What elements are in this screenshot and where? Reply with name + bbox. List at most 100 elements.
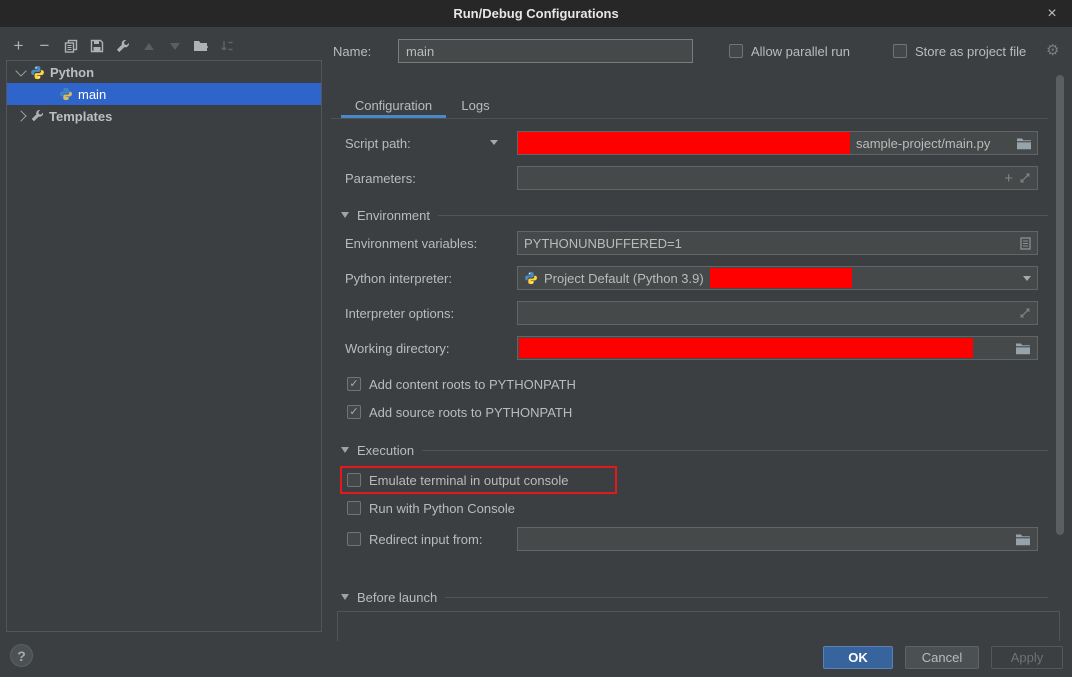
- edit-variables-icon[interactable]: [1020, 237, 1031, 250]
- emulate-terminal-label: Emulate terminal in output console: [369, 473, 568, 488]
- python-interpreter-label: Python interpreter:: [345, 266, 452, 290]
- add-icon[interactable]: +: [10, 38, 27, 55]
- python-icon: [524, 271, 538, 285]
- configurations-tree: Python main Templates: [6, 60, 322, 632]
- parameters-field[interactable]: +: [517, 166, 1038, 190]
- ok-button-label: OK: [848, 650, 868, 665]
- redirect-input-field[interactable]: [517, 527, 1038, 551]
- add-macro-icon[interactable]: +: [1004, 171, 1013, 186]
- configurations-toolbar: + −: [10, 36, 235, 56]
- checkbox-unchecked[interactable]: [347, 501, 361, 515]
- tabs-separator: [331, 118, 1048, 119]
- before-launch-section-label: Before launch: [357, 590, 437, 605]
- vertical-scrollbar[interactable]: [1056, 75, 1064, 535]
- name-label: Name:: [333, 39, 371, 63]
- tree-item-label: Templates: [49, 109, 112, 124]
- apply-button-label: Apply: [1011, 650, 1044, 665]
- working-directory-label: Working directory:: [345, 336, 450, 360]
- checkbox-unchecked[interactable]: [729, 44, 743, 58]
- ok-button[interactable]: OK: [823, 646, 893, 669]
- section-collapse-icon[interactable]: [341, 447, 349, 453]
- store-as-project-file-checkbox[interactable]: Store as project file: [893, 42, 1026, 60]
- tree-item-python[interactable]: Python: [7, 61, 321, 83]
- new-folder-icon[interactable]: [192, 38, 209, 55]
- save-icon[interactable]: [88, 38, 105, 55]
- tree-item-main-selected[interactable]: main: [7, 83, 321, 105]
- move-up-icon[interactable]: [140, 38, 157, 55]
- redirect-input-checkbox[interactable]: Redirect input from:: [347, 530, 482, 548]
- redacted-working-directory: [519, 338, 973, 358]
- add-source-roots-label: Add source roots to PYTHONPATH: [369, 405, 572, 420]
- apply-button[interactable]: Apply: [991, 646, 1063, 669]
- environment-variables-label: Environment variables:: [345, 231, 477, 255]
- chevron-down-icon[interactable]: [15, 65, 26, 76]
- sort-icon[interactable]: [218, 38, 235, 55]
- allow-parallel-run-checkbox[interactable]: Allow parallel run: [729, 42, 850, 60]
- question-mark-icon: ?: [17, 648, 26, 664]
- emulate-terminal-checkbox[interactable]: [347, 473, 361, 487]
- before-launch-task-list[interactable]: [337, 611, 1060, 641]
- edit-templates-wrench-icon[interactable]: [114, 38, 131, 55]
- folder-icon[interactable]: [1015, 533, 1031, 546]
- tab-configuration-label: Configuration: [355, 98, 432, 113]
- combobox-dropdown-icon[interactable]: [1023, 276, 1031, 281]
- chevron-right-icon[interactable]: [15, 110, 26, 121]
- section-divider: [438, 215, 1048, 216]
- parameters-label: Parameters:: [345, 166, 416, 190]
- checkbox-checked[interactable]: ✓: [347, 377, 361, 391]
- tab-logs-label: Logs: [461, 98, 489, 113]
- add-content-roots-label: Add content roots to PYTHONPATH: [369, 377, 576, 392]
- script-path-label: Script path:: [345, 131, 411, 155]
- move-down-icon[interactable]: [166, 38, 183, 55]
- add-source-roots-checkbox[interactable]: ✓ Add source roots to PYTHONPATH: [347, 403, 572, 421]
- section-collapse-icon[interactable]: [341, 594, 349, 600]
- tab-logs[interactable]: Logs: [458, 92, 493, 118]
- environment-variables-field[interactable]: PYTHONUNBUFFERED=1: [517, 231, 1038, 255]
- name-input[interactable]: [398, 39, 693, 63]
- script-path-dropdown-icon[interactable]: [490, 140, 498, 145]
- redacted-script-path-prefix: [518, 132, 850, 154]
- before-launch-section-header[interactable]: Before launch: [341, 589, 1048, 605]
- python-interpreter-combobox[interactable]: Project Default (Python 3.9): [517, 266, 1038, 290]
- gear-icon[interactable]: ⚙: [1046, 41, 1059, 59]
- python-icon: [59, 87, 73, 101]
- tree-item-templates[interactable]: Templates: [7, 105, 321, 127]
- run-with-python-console-checkbox[interactable]: Run with Python Console: [347, 499, 515, 517]
- script-path-value: sample-project/main.py: [856, 136, 990, 151]
- environment-variables-value: PYTHONUNBUFFERED=1: [524, 236, 682, 251]
- title-bar: Run/Debug Configurations ×: [0, 0, 1072, 27]
- environment-section-header[interactable]: Environment: [341, 207, 1048, 223]
- emulate-terminal-annotation-highlight: Emulate terminal in output console: [340, 466, 617, 494]
- interpreter-options-field[interactable]: [517, 301, 1038, 325]
- add-content-roots-checkbox[interactable]: ✓ Add content roots to PYTHONPATH: [347, 375, 576, 393]
- tree-item-label: Python: [50, 65, 94, 80]
- working-directory-field[interactable]: [517, 336, 1038, 360]
- execution-section-header[interactable]: Execution: [341, 442, 1048, 458]
- copy-icon[interactable]: [62, 38, 79, 55]
- dialog-title: Run/Debug Configurations: [453, 6, 618, 21]
- redirect-input-label: Redirect input from:: [369, 532, 482, 547]
- checkbox-unchecked[interactable]: [347, 532, 361, 546]
- help-button[interactable]: ?: [10, 644, 33, 667]
- interpreter-options-label: Interpreter options:: [345, 301, 454, 325]
- checkbox-checked[interactable]: ✓: [347, 405, 361, 419]
- remove-icon[interactable]: −: [36, 38, 53, 55]
- wrench-icon: [30, 109, 44, 123]
- section-divider: [422, 450, 1048, 451]
- execution-section-label: Execution: [357, 443, 414, 458]
- store-as-project-file-label: Store as project file: [915, 44, 1026, 59]
- python-icon: [30, 65, 45, 80]
- run-with-python-console-label: Run with Python Console: [369, 501, 515, 516]
- close-icon[interactable]: ×: [1040, 0, 1064, 27]
- cancel-button[interactable]: Cancel: [905, 646, 979, 669]
- checkbox-unchecked[interactable]: [893, 44, 907, 58]
- cancel-button-label: Cancel: [922, 650, 962, 665]
- script-path-field[interactable]: sample-project/main.py: [517, 131, 1038, 155]
- python-interpreter-value: Project Default (Python 3.9): [544, 271, 704, 286]
- expand-field-icon[interactable]: [1019, 172, 1031, 184]
- expand-field-icon[interactable]: [1019, 307, 1031, 319]
- folder-icon[interactable]: [1016, 137, 1032, 150]
- environment-section-label: Environment: [357, 208, 430, 223]
- section-collapse-icon[interactable]: [341, 212, 349, 218]
- folder-icon[interactable]: [1015, 342, 1031, 355]
